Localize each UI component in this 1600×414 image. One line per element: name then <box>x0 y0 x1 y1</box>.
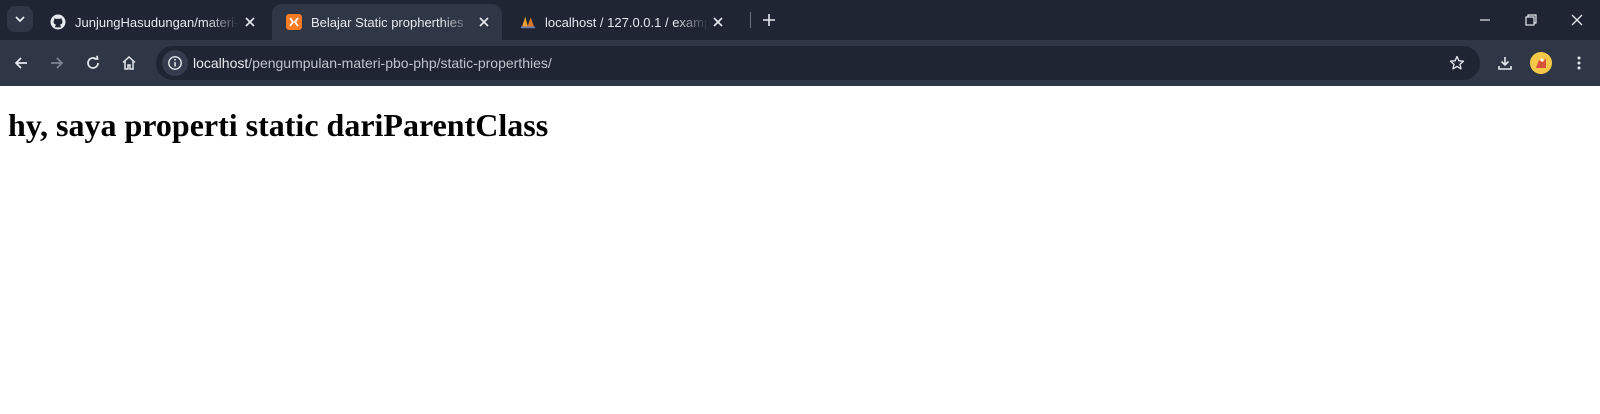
page-content: hy, saya properti static dariParentClass <box>0 86 1600 414</box>
new-tab-button[interactable] <box>757 8 781 32</box>
restore-button[interactable] <box>1508 0 1554 40</box>
address-bar[interactable]: localhost/pengumpulan-materi-pbo-php/sta… <box>156 46 1480 80</box>
page-heading: hy, saya properti static dariParentClass <box>8 107 549 143</box>
profile-avatar[interactable] <box>1530 52 1552 74</box>
tab-title: Belajar Static propherthies <box>311 14 464 30</box>
browser-toolbar: localhost/pengumpulan-materi-pbo-php/sta… <box>0 40 1600 86</box>
tab-title: JunjungHasudungan/materi-pemrograman <box>75 14 240 30</box>
home-icon <box>122 55 136 70</box>
tab-search-button[interactable] <box>7 6 33 32</box>
star-icon <box>1449 55 1465 70</box>
close-window-button[interactable] <box>1554 0 1600 40</box>
close-icon[interactable] <box>708 12 728 32</box>
reload-icon <box>87 55 99 69</box>
chevron-down-icon <box>15 16 25 23</box>
minimize-button[interactable] <box>1462 0 1508 40</box>
close-icon <box>1571 14 1583 26</box>
bookmark-button[interactable] <box>1446 52 1468 74</box>
home-button[interactable] <box>114 48 144 78</box>
tab-strip: JunjungHasudungan/materi-pemrograman Bel… <box>0 0 1600 40</box>
xampp-icon <box>286 14 302 30</box>
url-text[interactable]: localhost/pengumpulan-materi-pbo-php/sta… <box>193 55 552 71</box>
download-icon <box>1498 57 1512 70</box>
tab-phpmyadmin[interactable]: localhost / 127.0.0.1 / example-db <box>506 4 736 40</box>
tab-title: localhost / 127.0.0.1 / example-db <box>545 14 708 30</box>
close-icon[interactable] <box>240 12 260 32</box>
avatar-icon <box>1530 52 1552 74</box>
info-icon <box>168 56 182 70</box>
back-button[interactable] <box>6 48 36 78</box>
arrow-left-icon <box>14 57 27 69</box>
url-path: /pengumpulan-materi-pbo-php/static-prope… <box>248 55 552 71</box>
more-vertical-icon <box>1577 56 1581 70</box>
tab-github[interactable]: JunjungHasudungan/materi-pemrograman <box>36 4 268 40</box>
tab-divider <box>750 12 751 28</box>
tab-belajar-static[interactable]: Belajar Static propherthies <box>272 4 502 40</box>
reload-button[interactable] <box>78 48 108 78</box>
menu-button[interactable] <box>1564 48 1594 78</box>
restore-icon <box>1525 14 1537 26</box>
download-button[interactable] <box>1490 48 1520 78</box>
github-icon <box>50 14 66 30</box>
forward-button[interactable] <box>42 48 72 78</box>
site-info-button[interactable] <box>162 50 188 76</box>
minimize-icon <box>1480 19 1490 21</box>
url-host: localhost <box>193 55 249 71</box>
phpmyadmin-icon <box>520 14 536 30</box>
arrow-right-icon <box>51 57 64 69</box>
plus-icon <box>763 14 775 26</box>
close-icon[interactable] <box>474 12 494 32</box>
